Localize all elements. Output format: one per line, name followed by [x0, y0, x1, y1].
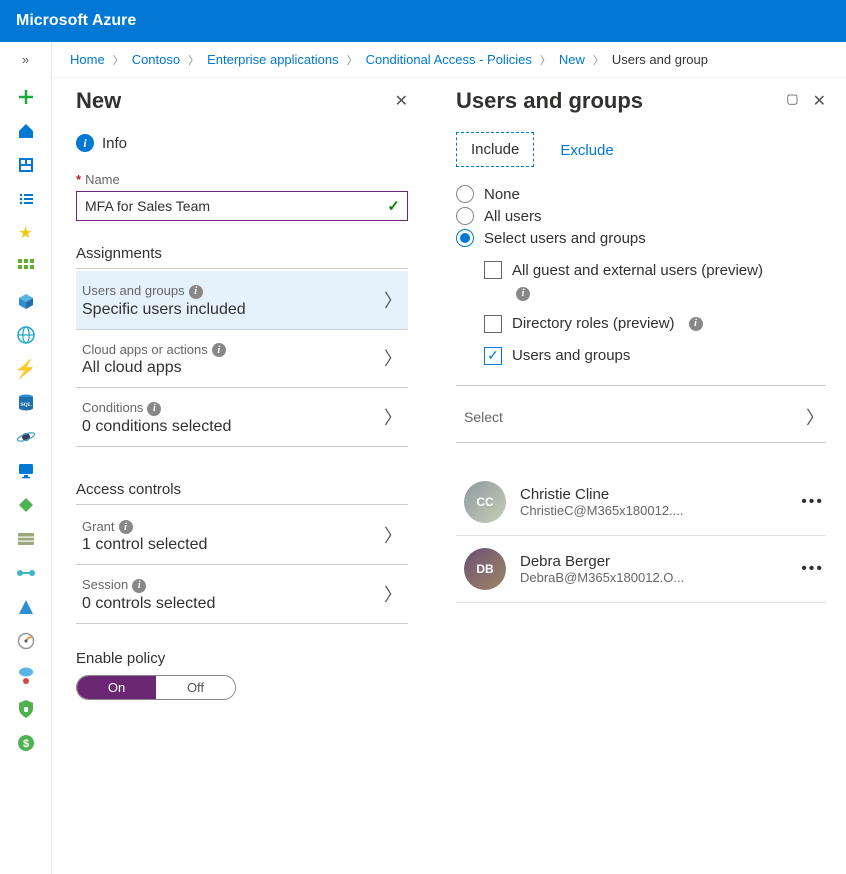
avatar: DB: [464, 548, 506, 590]
user-name: Debra Berger: [520, 553, 787, 570]
cube-icon[interactable]: [16, 291, 36, 311]
chevron-right-icon: 〉: [384, 522, 402, 548]
collapse-icon[interactable]: »: [22, 52, 29, 67]
azure-title: Microsoft Azure: [16, 12, 136, 30]
home-icon[interactable]: [16, 121, 36, 141]
globe-icon[interactable]: [16, 325, 36, 345]
more-icon[interactable]: •••: [801, 493, 824, 511]
row-users-and-groups[interactable]: Users and groupsi Specific users include…: [76, 271, 408, 330]
more-icon[interactable]: •••: [801, 560, 824, 578]
bc-home[interactable]: Home: [70, 52, 105, 67]
info-icon: i: [189, 285, 203, 299]
close-icon[interactable]: ✕: [395, 91, 408, 111]
section-assignments: Assignments: [76, 245, 408, 269]
user-name: Christie Cline: [520, 486, 787, 503]
svg-text:$: $: [22, 738, 28, 750]
section-access-controls: Access controls: [76, 481, 408, 505]
info-icon: i: [132, 579, 146, 593]
bc-new[interactable]: New: [559, 52, 585, 67]
gauge-icon[interactable]: [16, 631, 36, 651]
maximize-icon[interactable]: ▢: [786, 91, 798, 111]
info-icon: i: [119, 520, 133, 534]
row-conditions[interactable]: Conditionsi 0 conditions selected 〉: [76, 388, 408, 447]
panel-new: New ✕ i Info *Name ✓ Assignments: [52, 78, 432, 874]
panel-users-and-groups: Users and groups ▢ ✕ Include Exclude Non…: [432, 78, 846, 874]
enable-policy-toggle[interactable]: On Off: [76, 675, 236, 700]
monitor-icon[interactable]: [16, 461, 36, 481]
info-icon: i: [212, 343, 226, 357]
vnet-icon[interactable]: [16, 563, 36, 583]
tab-include[interactable]: Include: [456, 132, 534, 167]
user-row[interactable]: DB Debra Berger DebraB@M365x180012.O... …: [456, 536, 826, 603]
svg-text:SQL: SQL: [20, 402, 31, 408]
bolt-icon[interactable]: ⚡: [16, 359, 36, 379]
cost-icon[interactable]: $: [16, 733, 36, 753]
users-title: Users and groups: [456, 88, 643, 114]
toggle-off[interactable]: Off: [156, 676, 235, 699]
close-icon[interactable]: ✕: [813, 91, 826, 111]
chevron-right-icon: 〉: [384, 404, 402, 430]
bc-entapps[interactable]: Enterprise applications: [207, 52, 339, 67]
name-input[interactable]: [76, 191, 408, 221]
add-icon[interactable]: [16, 87, 36, 107]
select-users-link[interactable]: Select 〉: [456, 394, 826, 440]
info-icon: i: [516, 287, 530, 301]
radio-all-users[interactable]: All users: [456, 207, 826, 225]
chevron-right-icon: 〉: [384, 581, 402, 607]
user-email: ChristieC@M365x180012....: [520, 503, 787, 518]
sql-icon[interactable]: SQL: [16, 393, 36, 413]
chevron-right-icon: 〉: [384, 287, 402, 313]
tab-exclude[interactable]: Exclude: [556, 132, 617, 159]
storage-icon[interactable]: [16, 529, 36, 549]
row-grant[interactable]: Granti 1 control selected 〉: [76, 507, 408, 566]
toggle-on[interactable]: On: [77, 676, 156, 699]
check-guests[interactable]: All guest and external users (preview): [484, 261, 826, 279]
new-title: New: [76, 88, 121, 114]
enable-policy-label: Enable policy: [76, 650, 408, 667]
azure-topbar: Microsoft Azure: [0, 0, 846, 42]
list-icon[interactable]: [16, 189, 36, 209]
check-icon: ✓: [387, 197, 400, 215]
breadcrumb: Home〉 Contoso〉 Enterprise applications〉 …: [52, 42, 846, 78]
radio-none[interactable]: None: [456, 185, 826, 203]
star-icon[interactable]: ★: [16, 223, 36, 243]
info-icon: i: [689, 317, 703, 331]
user-row[interactable]: CC Christie Cline ChristieC@M365x180012.…: [456, 469, 826, 536]
check-directory-roles[interactable]: Directory roles (preview)i: [484, 315, 826, 333]
include-exclude-tabs: Include Exclude: [456, 132, 826, 167]
name-label: *Name: [76, 172, 408, 187]
aad-icon[interactable]: [16, 597, 36, 617]
avatar: CC: [464, 481, 506, 523]
chevron-right-icon: 〉: [806, 404, 824, 430]
security-icon[interactable]: [16, 699, 36, 719]
bc-condaccess[interactable]: Conditional Access - Policies: [366, 52, 532, 67]
info-link[interactable]: i Info: [76, 134, 408, 152]
user-email: DebraB@M365x180012.O...: [520, 570, 787, 585]
bc-current: Users and group: [612, 52, 708, 67]
dashboard-icon[interactable]: [16, 155, 36, 175]
row-cloud-apps[interactable]: Cloud apps or actionsi All cloud apps 〉: [76, 330, 408, 389]
info-icon: i: [147, 402, 161, 416]
left-nav-rail: » ★ ⚡ SQL $: [0, 42, 52, 874]
bc-contoso[interactable]: Contoso: [132, 52, 180, 67]
radio-select-users[interactable]: Select users and groups: [456, 229, 826, 247]
info-icon: i: [76, 134, 94, 152]
diamond-icon[interactable]: [16, 495, 36, 515]
grid-icon[interactable]: [16, 257, 36, 277]
row-session[interactable]: Sessioni 0 controls selected 〉: [76, 565, 408, 624]
cosmos-icon[interactable]: [16, 427, 36, 447]
chevron-right-icon: 〉: [384, 345, 402, 371]
check-users-and-groups[interactable]: ✓Users and groups: [484, 347, 826, 365]
advisor-icon[interactable]: [16, 665, 36, 685]
